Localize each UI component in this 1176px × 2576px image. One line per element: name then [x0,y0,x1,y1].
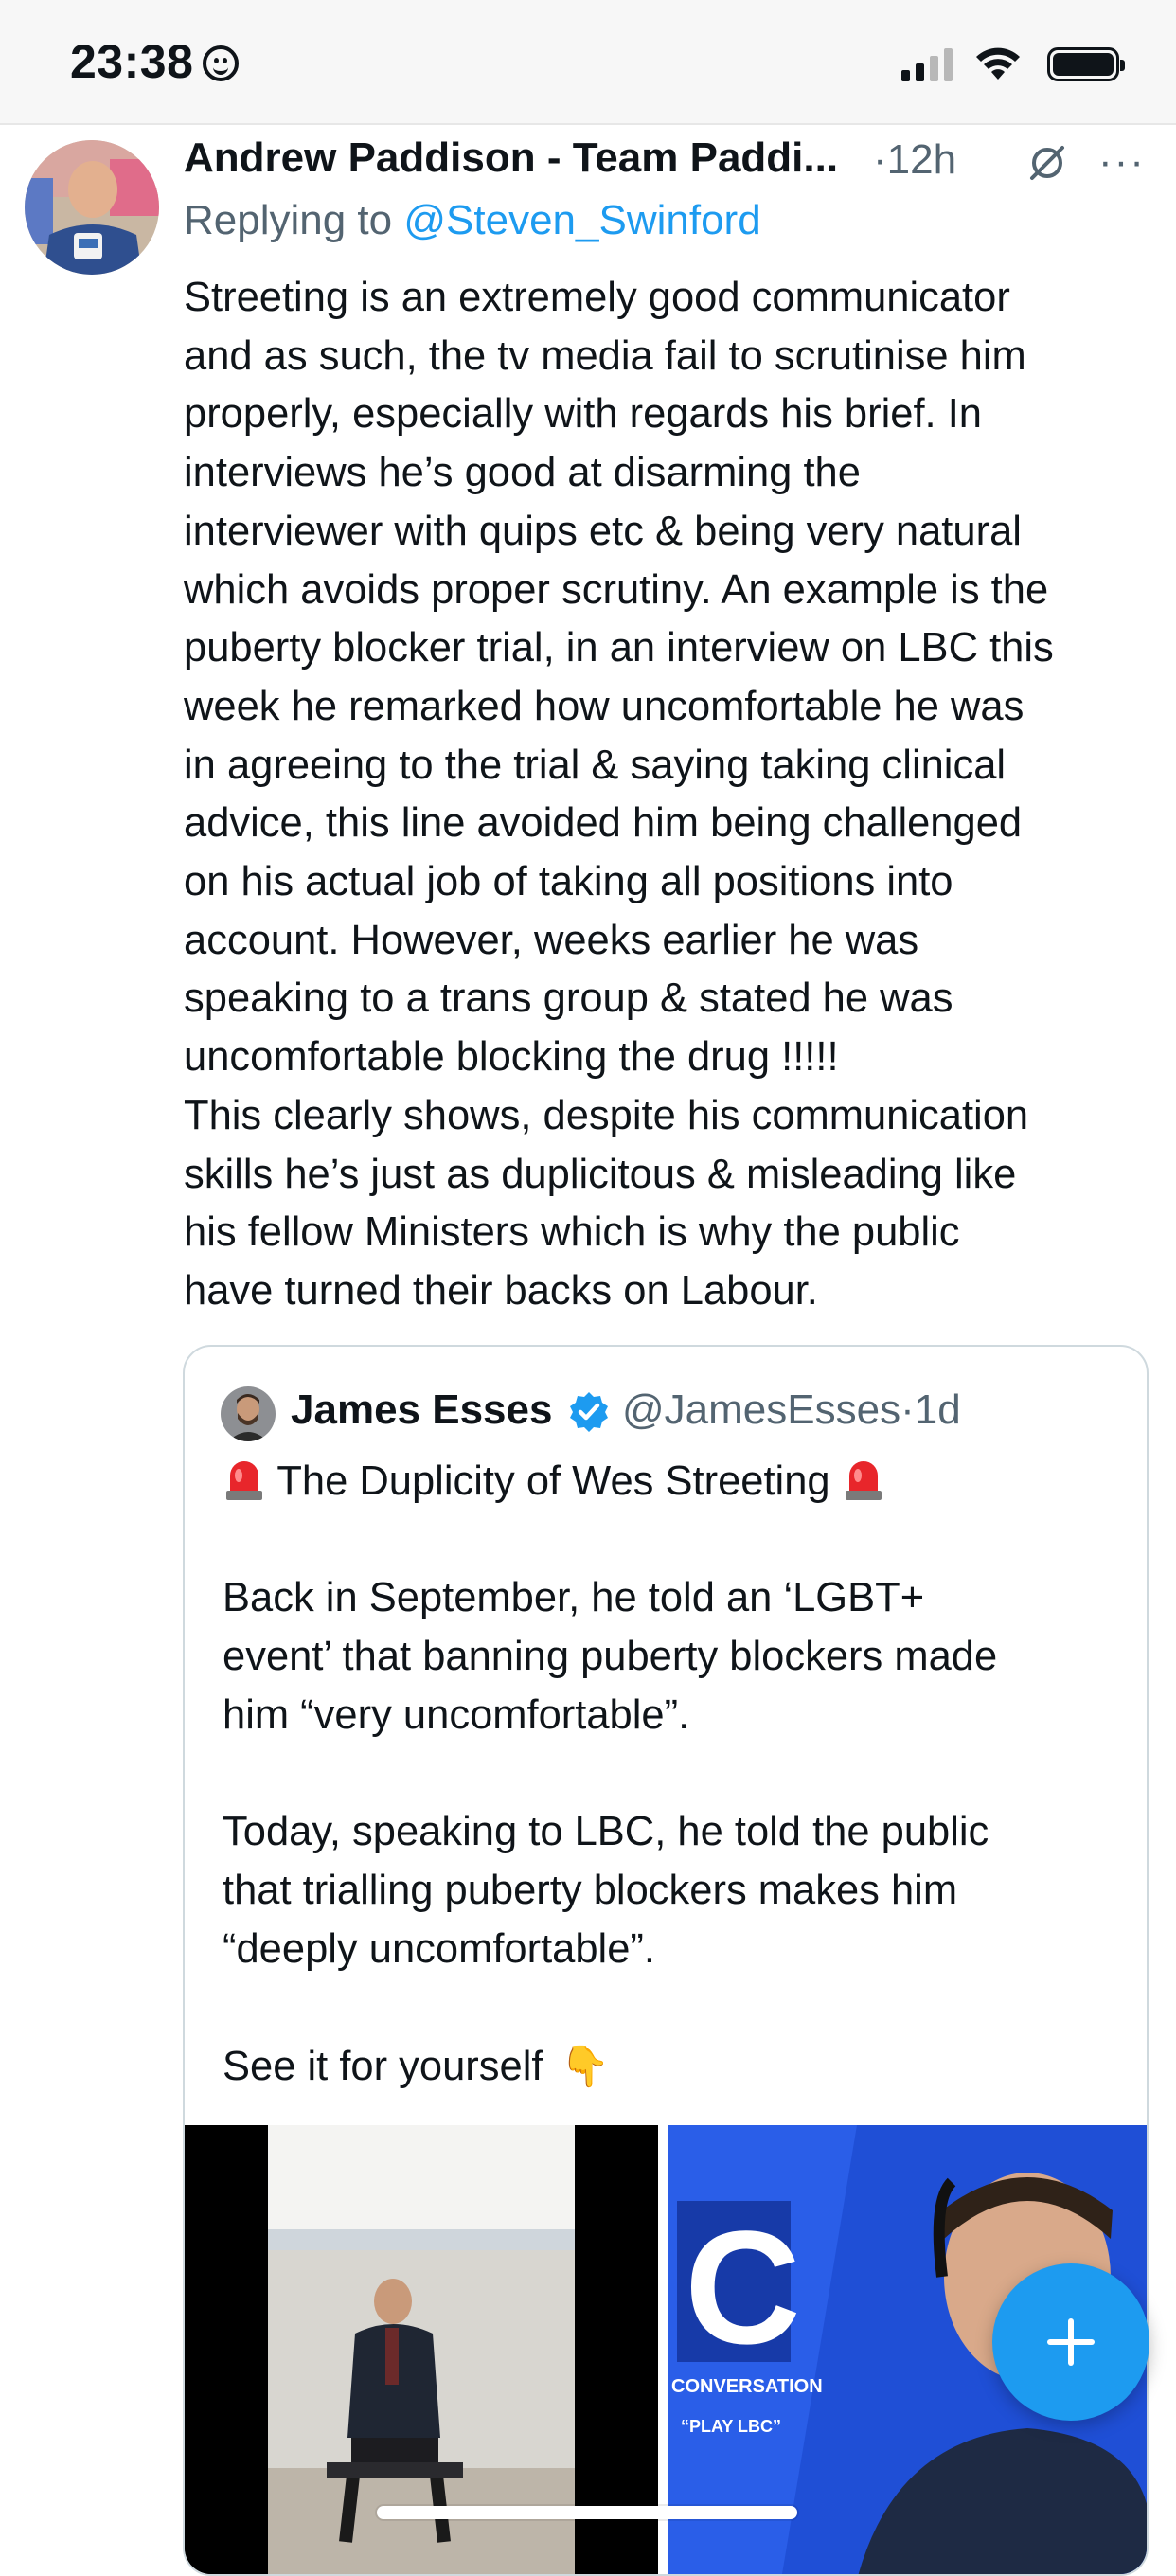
lbc-logo-text: C [685,2198,801,2378]
quoted-tweet-text: The Duplicity of Wes Streeting Back in S… [223,1453,1122,2097]
pointing-down-icon: 👇 [560,2043,610,2088]
quoted-text-line: “deeply uncomfortable”. [223,1925,655,1972]
cellular-signal-icon [901,45,953,81]
quoted-text-line: See it for yourself 👇 [223,2037,1122,2097]
quoted-text-line: that trialling puberty blockers makes hi… [223,1867,958,1913]
lbc-caption-2: “PLAY LBC” [681,2417,781,2436]
quoted-text-line [223,1512,1122,1570]
tweet-text-line: advice, this line avoided him being chal… [184,800,1023,847]
lbc-caption-1: CONVERSATION [671,2376,823,2397]
tweet-text-line: puberty blocker trial, in an interview o… [184,625,1054,671]
siren-icon [842,1455,885,1502]
replying-to: Replying to @Steven_Swinford [184,197,761,243]
quoted-text-line: him “very uncomfortable”. [223,1691,690,1738]
quoted-text-line [223,1745,1122,1804]
timestamp[interactable]: ·12h [873,136,956,184]
quoted-text-line [223,1978,1122,2037]
tweet-text-line: skills he’s just as duplicitous & mislea… [184,1151,1017,1197]
tweet-text-line: uncomfortable blocking the drug !!!!! [184,1034,839,1081]
grok-icon[interactable] [1026,142,1068,184]
quoted-tweet-card[interactable]: James Esses @JamesEsses·1d The Duplicity… [183,1345,1149,2576]
replying-handle-link[interactable]: @Steven_Swinford [403,197,760,243]
quoted-title: The Duplicity of Wes Streeting [223,1453,1122,1512]
tweet-text-line: in agreeing to the trial & saying taking… [184,742,1007,788]
tweet-header: Andrew Paddison - Team Paddi... ·12h ··· [184,134,1149,188]
tweet-text-line: account. However, weeks earlier he was [184,917,919,963]
tweet-text-line: week he remarked how uncomfortable he wa… [184,683,1025,729]
tweet-text-line: properly, especially with regards his br… [184,391,982,438]
divider [0,123,1176,125]
verified-badge-icon [570,1392,608,1432]
tweet-text-line: interviews he’s good at disarming the [184,450,861,496]
quoted-text-line: Back in September, he told an ‘LGBT+ [223,1575,925,1621]
tweet-text-line: Streeting is an extremely good communica… [184,275,1010,320]
tweet-text-line: his fellow Ministers which is why the pu… [184,1209,960,1256]
quoted-handle[interactable]: @JamesEsses·1d [622,1386,961,1434]
tweet-text-line: and as such, the tv media fail to scruti… [184,332,1026,379]
tweet-text-line: on his actual job of taking all position… [184,859,953,905]
clock: 23:38 [70,34,240,89]
quoted-avatar[interactable] [221,1386,276,1441]
author-name[interactable]: Andrew Paddison - Team Paddi... [184,134,838,182]
home-indicator[interactable] [377,2506,797,2519]
smiley-face-icon [203,45,240,81]
status-icons [901,40,1125,81]
tweet-text-line: interviewer with quips etc & being very … [184,508,1022,554]
wifi-icon [976,47,1020,80]
compose-button[interactable] [992,2263,1149,2421]
quoted-author-name[interactable]: James Esses [291,1386,552,1434]
avatar[interactable] [25,140,159,275]
quoted-text-line: Today, speaking to LBC, he told the publ… [223,1809,989,1855]
tweet-text-line: This clearly shows, despite his communic… [184,1092,1029,1138]
tweet-text-line: speaking to a trans group & stated he wa… [184,975,953,1022]
more-options-icon[interactable]: ··· [1098,138,1146,186]
tweet-text-line: have turned their backs on Labour. [184,1267,818,1314]
siren-icon [223,1455,266,1502]
quoted-text-line: event’ that banning puberty blockers mad… [223,1634,998,1680]
status-bar: 23:38 [0,0,1176,123]
tweet-text-line: which avoids proper scrutiny. An example… [184,566,1049,613]
battery-icon [1047,47,1125,81]
tweet-text: Streeting is an extremely good communica… [184,269,1149,1321]
